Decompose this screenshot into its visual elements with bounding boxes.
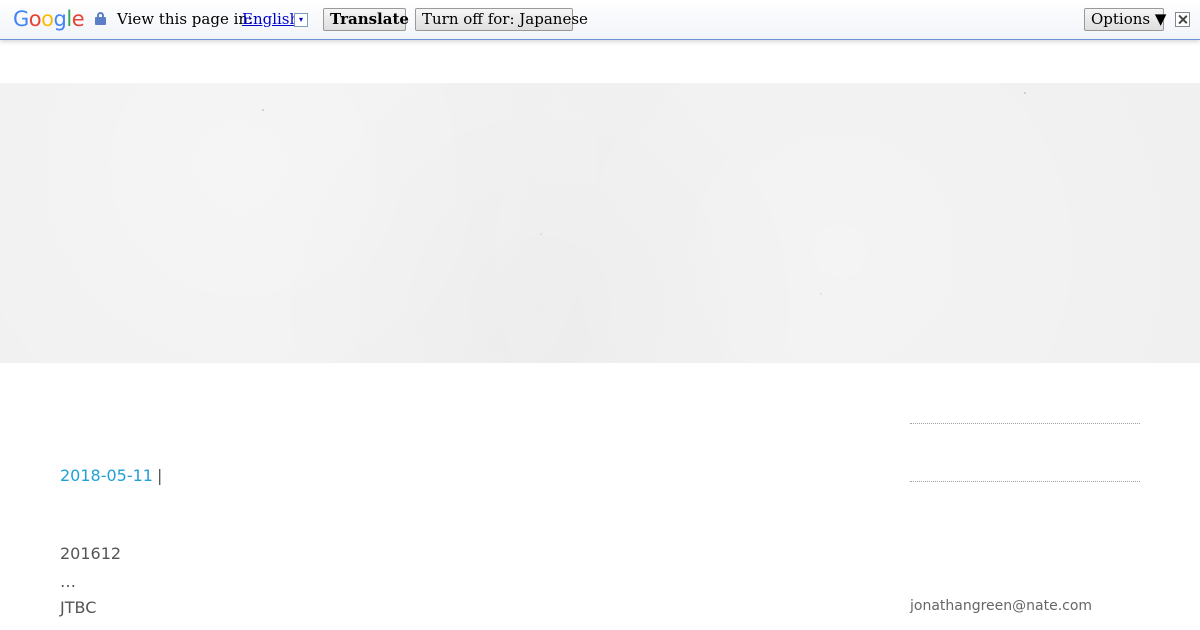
turn-off-button[interactable]: Turn off for: Japanese	[415, 8, 588, 31]
post-text-line: …	[60, 572, 76, 591]
sidebar-divider	[910, 481, 1140, 482]
post-date-link[interactable]: 2018-05-11	[60, 466, 153, 486]
logo-letter: e	[71, 7, 85, 31]
contact-email: jonathangreen@nate.com	[910, 598, 1093, 614]
options-button[interactable]: Options ▼	[1084, 8, 1166, 31]
translate-bar: Google View this page in: English ▾ Tran…	[0, 0, 1200, 40]
language-dropdown-icon[interactable]: ▾	[294, 13, 308, 27]
language-link[interactable]: English	[242, 10, 299, 28]
google-logo: Google	[13, 6, 85, 32]
header-banner	[0, 83, 1200, 363]
lock-icon	[95, 12, 106, 25]
logo-letter: o	[41, 7, 54, 31]
translate-prompt: View this page in:	[117, 10, 254, 28]
meta-separator: |	[157, 466, 163, 485]
logo-letter: G	[13, 7, 29, 31]
post-text-line: 201612	[60, 544, 122, 563]
logo-letter: g	[53, 7, 67, 31]
logo-letter: o	[28, 7, 42, 31]
translate-button[interactable]: Translate	[323, 8, 409, 31]
close-icon[interactable]	[1175, 12, 1190, 27]
post-text-line: JTBC	[60, 598, 97, 617]
sidebar-divider	[910, 423, 1140, 424]
